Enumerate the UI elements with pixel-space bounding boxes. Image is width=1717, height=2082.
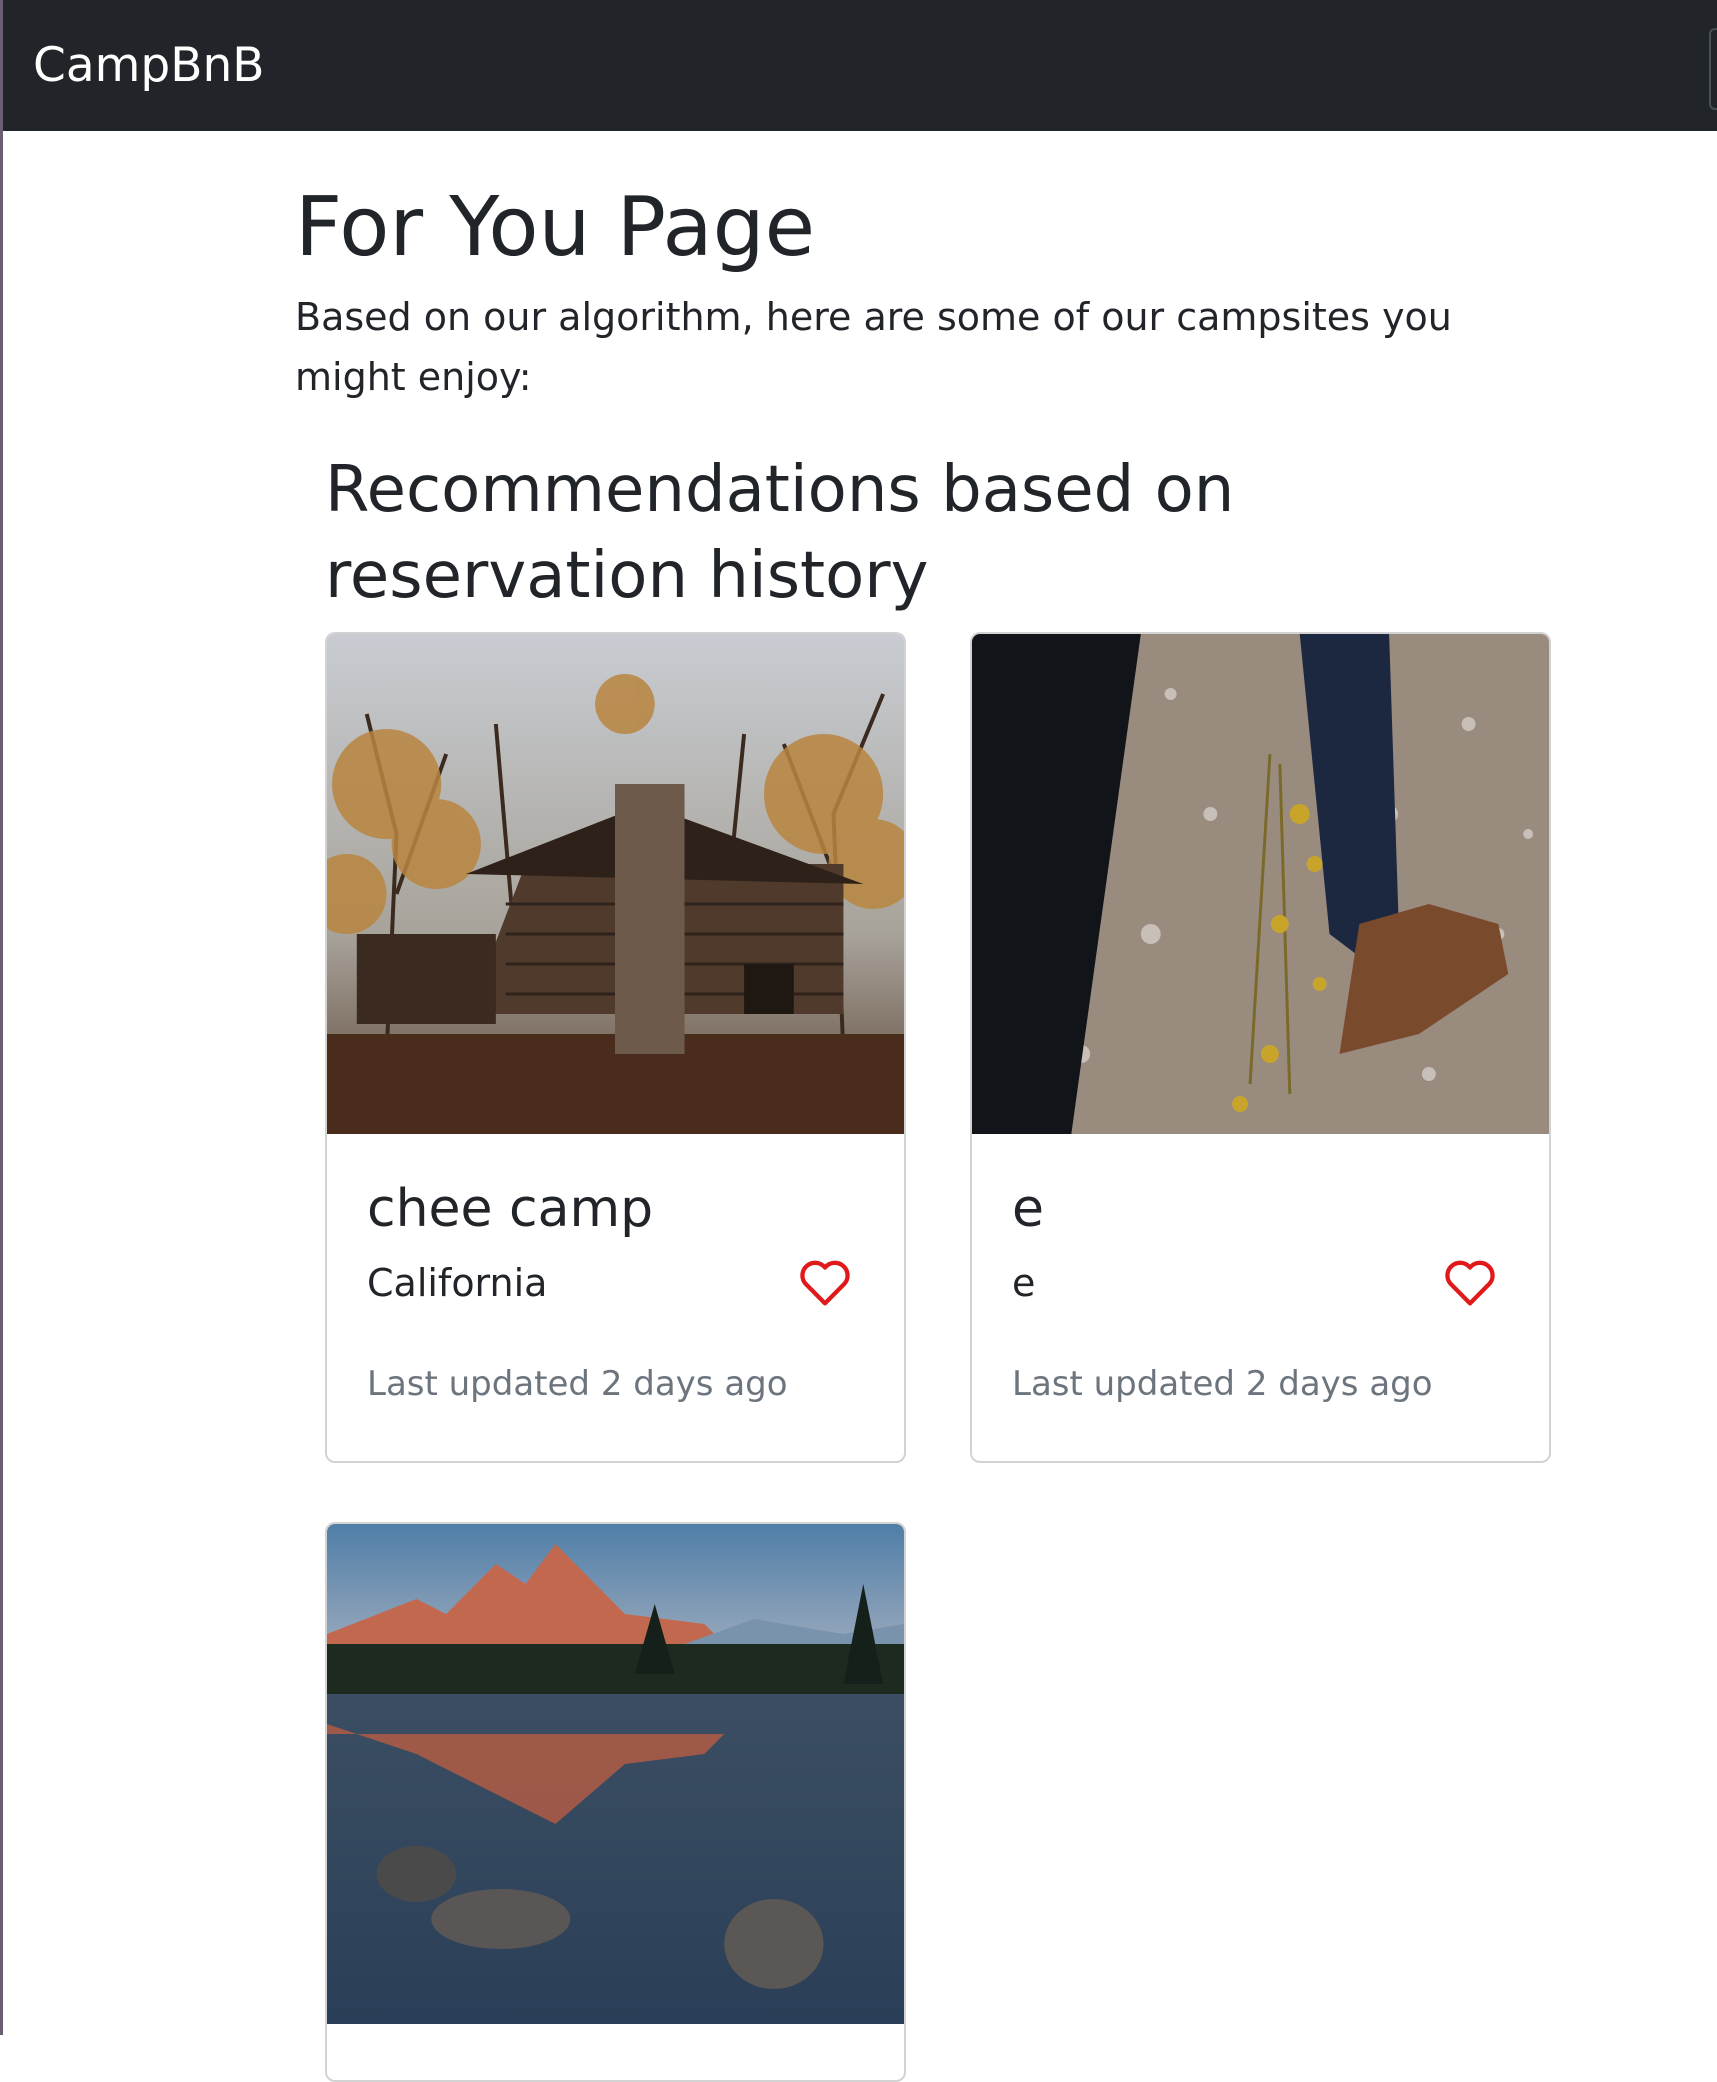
campsite-card[interactable] xyxy=(325,1522,906,2082)
card-title[interactable]: e xyxy=(1012,1174,1044,1244)
campsite-card[interactable]: chee camp California Last updated 2 days… xyxy=(325,632,906,1463)
page-title: For You Page xyxy=(295,180,816,275)
card-title[interactable]: chee camp xyxy=(367,1174,653,1244)
navbar-brand[interactable]: CampBnB xyxy=(33,36,265,96)
campsite-image-cabin[interactable] xyxy=(327,634,904,1134)
window-frame-edge xyxy=(0,0,3,2035)
campsite-image-mountain[interactable] xyxy=(327,1524,904,2024)
section-title: Recommendations based on reservation his… xyxy=(325,453,1235,613)
navbar-toggler-edge[interactable] xyxy=(1709,28,1717,110)
campsite-card[interactable]: e e Last updated 2 days ago xyxy=(970,632,1551,1463)
card-location: e xyxy=(1012,1261,1036,1305)
heart-icon[interactable] xyxy=(798,1257,852,1307)
navbar: CampBnB xyxy=(3,0,1717,131)
card-updated: Last updated 2 days ago xyxy=(1012,1364,1433,1404)
page-intro: Based on our algorithm, here are some of… xyxy=(295,295,1452,399)
card-location: California xyxy=(367,1261,548,1305)
card-updated: Last updated 2 days ago xyxy=(367,1364,788,1404)
campsite-image-hiker[interactable] xyxy=(972,634,1549,1134)
heart-icon[interactable] xyxy=(1443,1257,1497,1307)
